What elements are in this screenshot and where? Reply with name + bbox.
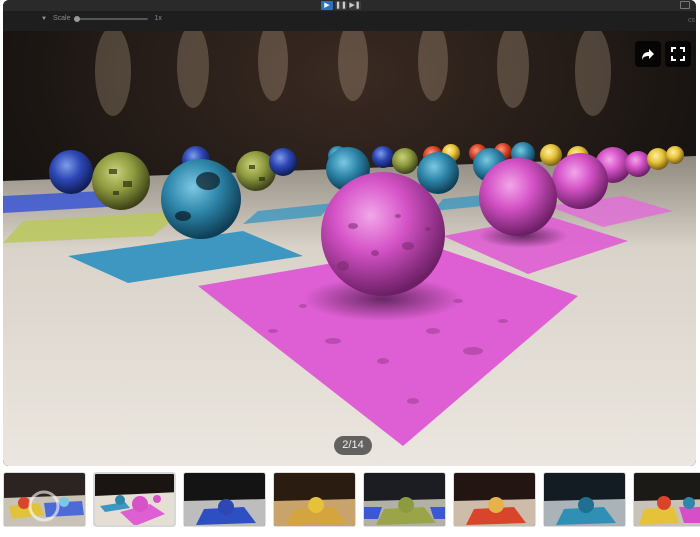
play-icon[interactable]: ▶ bbox=[321, 1, 333, 10]
dropdown-arrow-icon[interactable]: ▼ bbox=[41, 16, 47, 22]
thumbnail-6[interactable] bbox=[453, 472, 536, 527]
fullscreen-icon[interactable] bbox=[665, 41, 691, 67]
thumbnail-7[interactable] bbox=[543, 472, 626, 527]
step-icon[interactable]: ▶❚ bbox=[349, 1, 361, 10]
thumbnail-4[interactable] bbox=[273, 472, 356, 527]
thumbnail-8[interactable] bbox=[633, 472, 700, 527]
truncated-label: cs bbox=[688, 17, 695, 24]
render-image bbox=[3, 31, 696, 466]
pause-icon[interactable]: ❚❚ bbox=[335, 1, 347, 10]
share-icon[interactable] bbox=[635, 41, 661, 67]
image-viewer: ▶ ❚❚ ▶❚ ▼ Scale 1x cs 2/14 bbox=[3, 0, 696, 466]
thumbnail-strip bbox=[0, 472, 700, 530]
thumbnail-3[interactable] bbox=[183, 472, 266, 527]
thumbnail-2[interactable] bbox=[93, 472, 176, 527]
scale-toolbar: ▼ Scale 1x cs bbox=[3, 11, 696, 31]
scale-slider-handle[interactable] bbox=[74, 15, 81, 22]
maximize-window-icon[interactable] bbox=[680, 1, 690, 9]
play-controls: ▶ ❚❚ ▶❚ bbox=[321, 1, 361, 10]
thumbnail-1[interactable] bbox=[3, 472, 86, 527]
slide-counter: 2/14 bbox=[334, 436, 372, 455]
thumbnail-5[interactable] bbox=[363, 472, 446, 527]
scale-control: ▼ Scale 1x bbox=[41, 15, 162, 22]
scale-slider[interactable] bbox=[74, 15, 149, 22]
scale-value: 1x bbox=[154, 15, 162, 22]
scale-label: Scale bbox=[52, 15, 71, 22]
